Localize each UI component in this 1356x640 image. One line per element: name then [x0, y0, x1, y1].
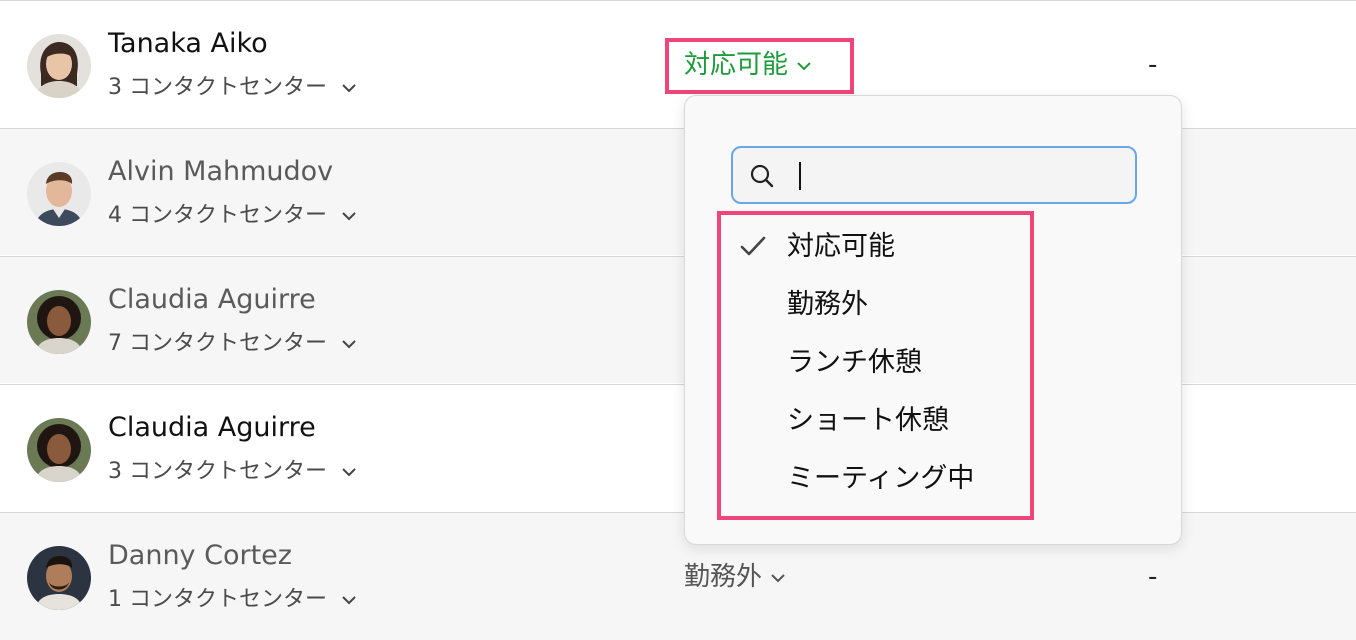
contact-center-count: 3 コンタクトセンター [108, 75, 327, 100]
avatar [27, 162, 91, 226]
chevron-down-icon [342, 340, 356, 349]
search-box[interactable] [731, 146, 1137, 204]
contact-center-toggle[interactable]: 3 コンタクトセンター [108, 73, 357, 103]
agent-name: Tanaka Aiko [108, 28, 268, 59]
search-icon [750, 164, 774, 188]
chevron-down-icon [342, 84, 356, 93]
agent-name: Alvin Mahmudov [108, 156, 334, 187]
contact-center-toggle[interactable]: 3 コンタクトセンター [108, 457, 357, 487]
avatar [27, 546, 91, 610]
agent-name: Claudia Aguirre [108, 412, 316, 443]
status-label: 勤務外 [684, 562, 763, 592]
chevron-down-icon [342, 596, 356, 605]
agent-name: Danny Cortez [108, 540, 292, 571]
agent-name: Claudia Aguirre [108, 284, 316, 315]
contact-center-count: 4 コンタクトセンター [108, 203, 327, 228]
contact-center-toggle[interactable]: 1 コンタクトセンター [108, 585, 357, 615]
chevron-down-icon [771, 573, 785, 582]
contact-center-toggle[interactable]: 7 コンタクトセンター [108, 329, 357, 359]
status-highlight-box [665, 38, 854, 94]
status-select[interactable]: 勤務外 [684, 559, 786, 595]
contact-center-count: 1 コンタクトセンター [108, 587, 327, 612]
text-caret [799, 162, 801, 190]
contact-center-count: 7 コンタクトセンター [108, 331, 327, 356]
chevron-down-icon [342, 212, 356, 221]
avatar [27, 290, 91, 354]
avatar [27, 34, 91, 98]
contact-center-count: 3 コンタクトセンター [108, 459, 327, 484]
search-input[interactable] [793, 156, 1127, 196]
chevron-down-icon [342, 468, 356, 477]
options-highlight-box [717, 211, 1034, 520]
contact-center-toggle[interactable]: 4 コンタクトセンター [108, 201, 357, 231]
avatar [27, 418, 91, 482]
extra-value: - [1148, 562, 1158, 592]
extra-value: - [1148, 50, 1158, 80]
